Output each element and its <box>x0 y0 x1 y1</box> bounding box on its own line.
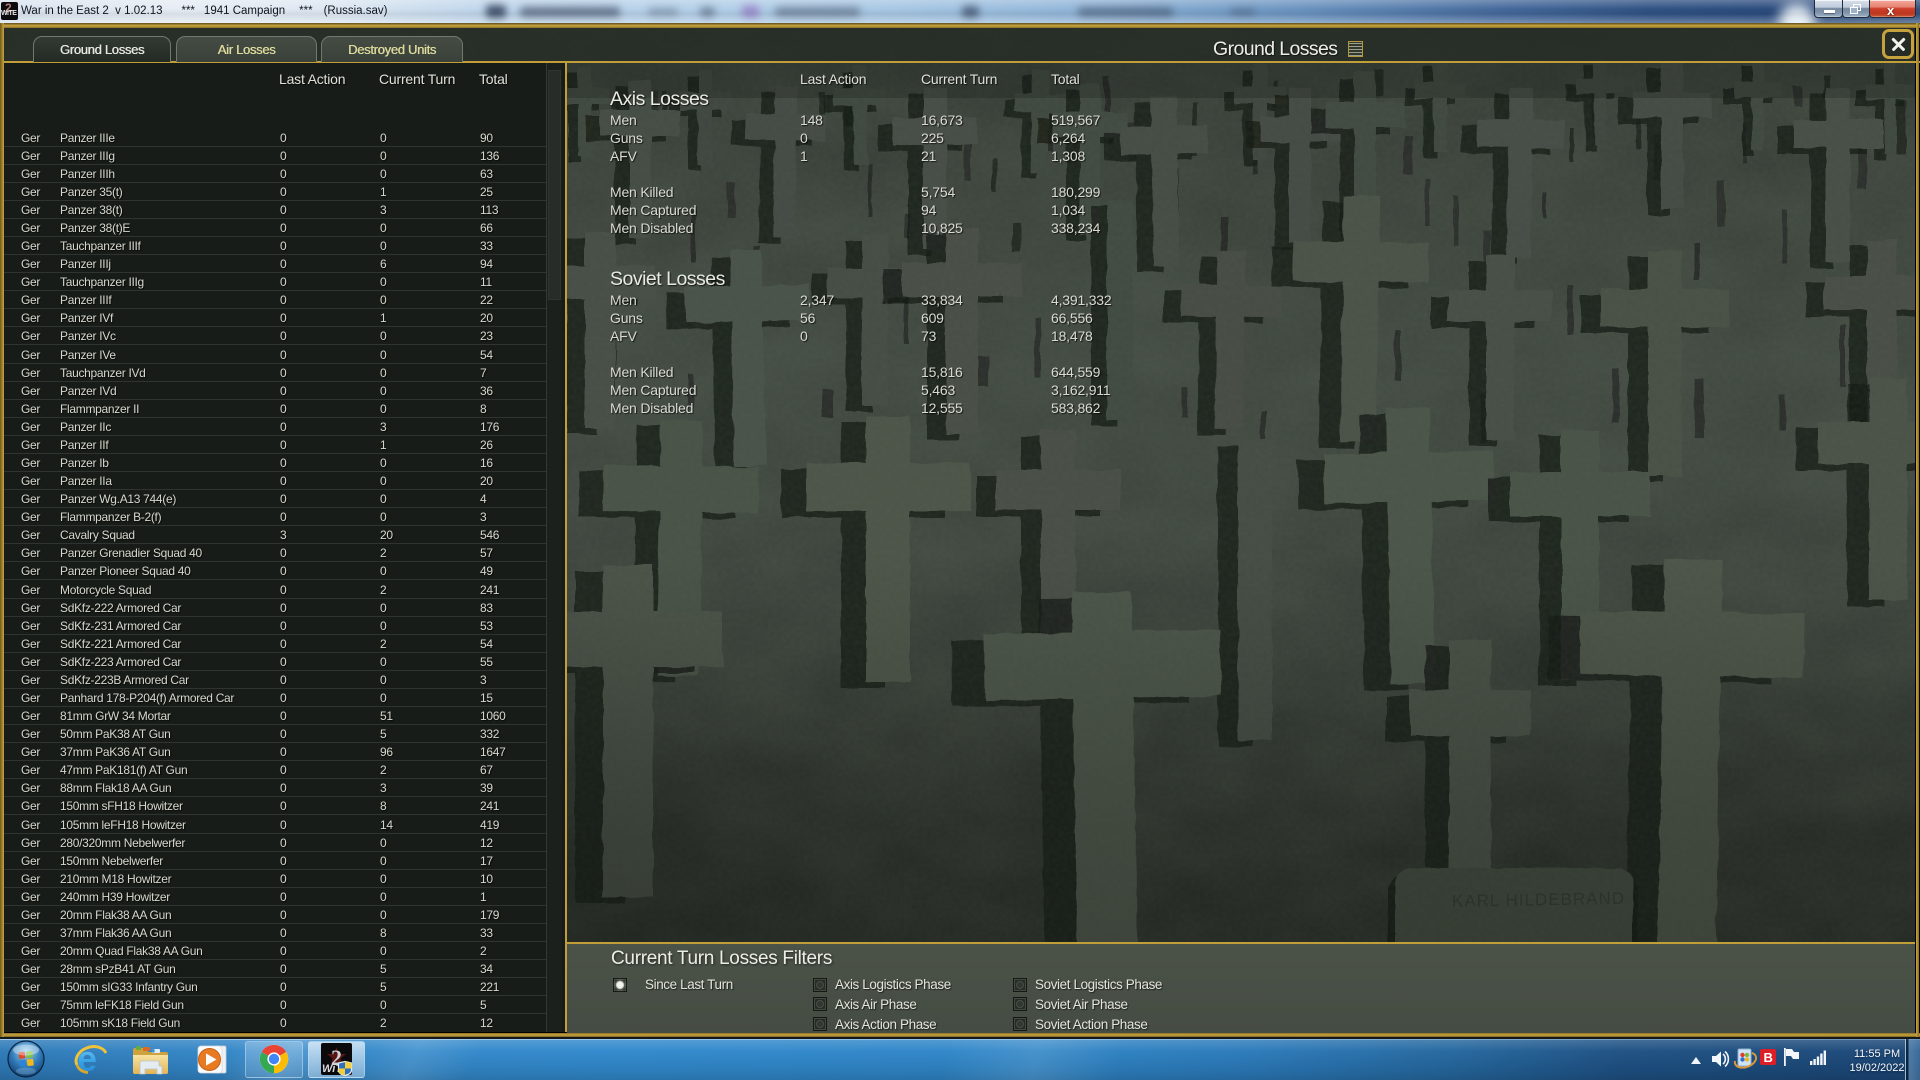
svg-text:B: B <box>1764 1050 1773 1065</box>
